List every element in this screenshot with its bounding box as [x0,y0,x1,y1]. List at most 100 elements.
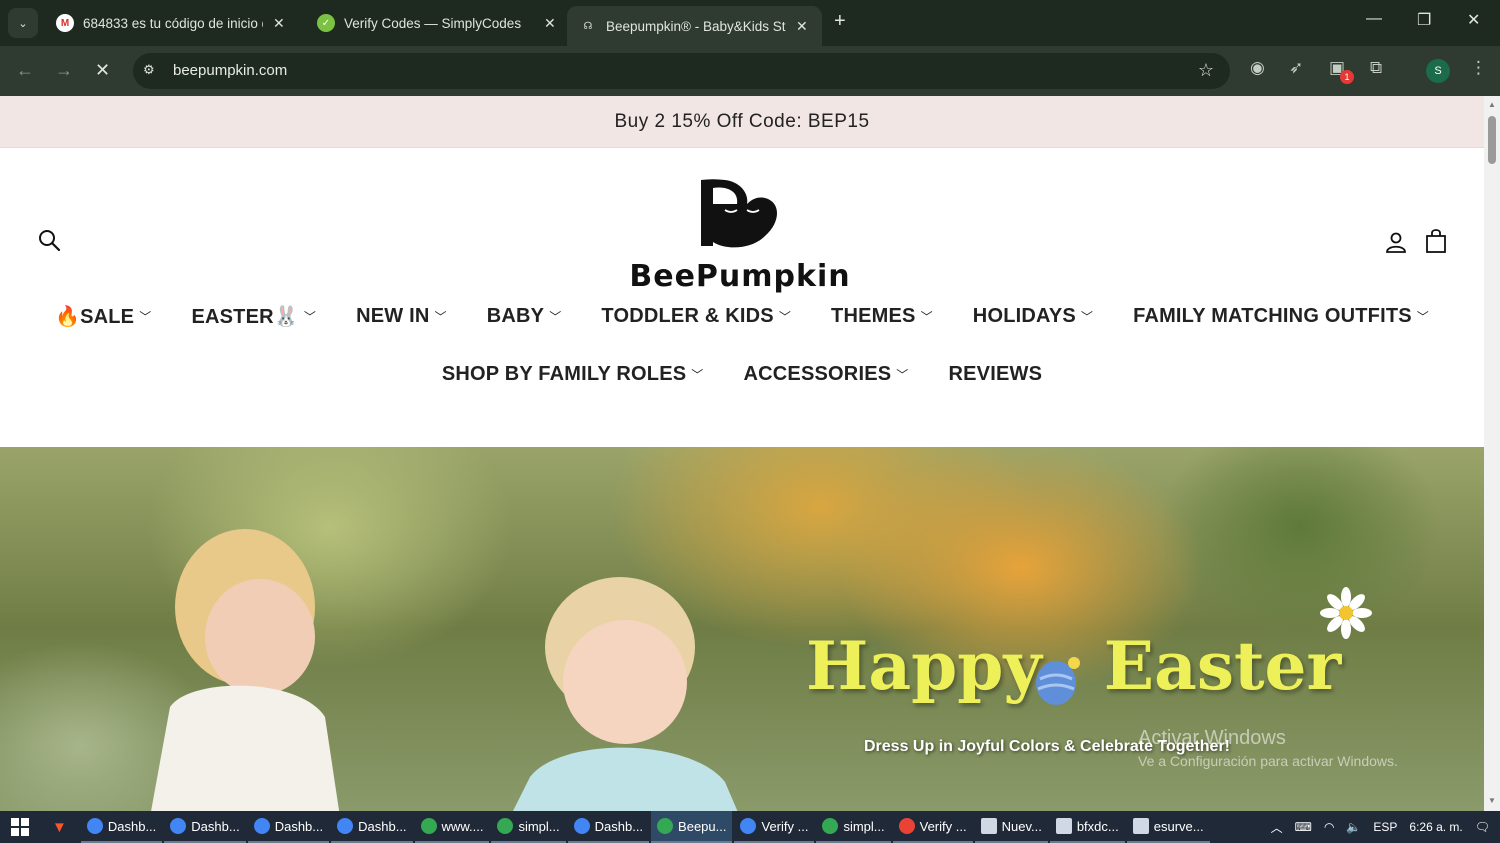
nav-item-accessories[interactable]: ACCESSORIES ﹀ [744,363,909,386]
taskbar-item[interactable]: Dashb... [247,811,330,843]
clock[interactable]: 6:26 a. m. [1409,820,1462,834]
taskbar-item[interactable]: Verify ... [734,811,815,843]
wifi-icon[interactable]: ◠ [1324,820,1334,834]
nav-item-themes[interactable]: THEMES ﹀ [831,304,933,329]
forward-button[interactable]: → [55,60,73,81]
nav-item-reviews[interactable]: REVIEWS [949,363,1043,386]
taskbar-item[interactable]: bfxdc... [1049,811,1125,843]
taskbar-item[interactable]: Dashb... [331,811,413,843]
windows-watermark-title: Activar Windows [1138,727,1286,749]
close-icon[interactable]: ✕ [544,15,556,32]
menu-kebab-icon[interactable]: ⋮ [1470,58,1487,78]
bookmark-star-icon[interactable]: ☆ [1198,60,1214,81]
shopping-bag-icon[interactable] [1424,228,1448,254]
minimize-icon[interactable]: — [1366,10,1382,28]
taskbar-item[interactable]: Dashb... [164,811,246,843]
close-window-icon[interactable]: ✕ [1467,10,1480,30]
brand-logo[interactable]: BeePumpkin [620,176,860,294]
notifications-icon[interactable]: 🗨 [1475,820,1490,834]
extension-feather-icon[interactable]: ➶ [1289,58,1303,78]
nav-item-holidays[interactable]: HOLIDAYS ﹀ [973,304,1093,329]
chevron-up-icon[interactable]: ︿ [1271,819,1283,836]
nav-item-toddler-kids[interactable]: TODDLER & KIDS ﹀ [601,304,791,329]
language-indicator[interactable]: ESP [1373,820,1397,834]
main-navigation: 🔥SALE ﹀ EASTER🐰 ﹀ NEW IN ﹀ BABY ﹀ TODDLER & … [0,298,1484,445]
nav-label: FAMILY MATCHING OUTFITS [1133,305,1412,327]
system-tray: ︿ ⌨ ◠ 🔈 ESP 6:26 a. m. 🗨 [1271,811,1500,843]
volume-icon[interactable]: 🔈 [1346,820,1361,834]
back-button[interactable]: ← [16,60,34,81]
windows-start-button[interactable] [0,811,40,843]
nav-item-new-in[interactable]: NEW IN ﹀ [356,304,447,329]
nav-item-baby[interactable]: BABY ﹀ [487,304,562,329]
tab-title: 684833 es tu código de inicio de sesión [83,15,263,31]
chevron-down-icon: ﹀ [1080,310,1094,324]
tab-simplycodes[interactable]: ✓ Verify Codes — SimplyCodes ✕ [305,6,568,40]
windows-taskbar: ▼ Dashb... Dashb... Dashb... Dashb... ww… [0,811,1500,843]
tab-title: Verify Codes — SimplyCodes [344,15,522,31]
taskbar-item[interactable]: Dashb... [80,811,163,843]
nav-row-1: 🔥SALE ﹀ EASTER🐰 ﹀ NEW IN ﹀ BABY ﹀ TODDLER & … [0,304,1484,329]
chevron-down-icon: ﹀ [303,310,317,324]
hero-banner[interactable]: Happy Easter Dress Up in Joyful Colors & … [0,447,1484,811]
taskbar-item[interactable]: Dashb... [567,811,650,843]
notepad-icon [1055,818,1072,834]
hero-title-right: Easter [1103,627,1342,705]
announcement-bar[interactable]: Buy 2 15% Off Code: BEP15 [0,96,1484,148]
taskbar-item[interactable]: Nuev... [974,811,1048,843]
chrome-icon [573,818,590,834]
scroll-down-arrow-icon[interactable]: ▼ [1488,796,1496,805]
taskbar-label: Dashb... [358,818,407,834]
scroll-thumb[interactable] [1488,116,1496,164]
nav-item-sale[interactable]: 🔥SALE ﹀ [55,304,151,329]
account-icon[interactable] [1384,230,1408,254]
taskbar-label: bfxdc... [1076,818,1119,834]
taskbar-item[interactable]: esurve... [1126,811,1210,843]
taskbar-label: simpl... [843,818,885,834]
site-info-icon[interactable]: ⚙ [143,62,161,80]
tab-gmail[interactable]: M 684833 es tu código de inicio de sesió… [44,6,297,40]
browser-toolbar: ← → ✕ ⚙ beepumpkin.com ☆ ◉ ➶ ▣ 1 ⧉ S ⋮ [0,46,1500,96]
chevron-down-icon: ﹀ [139,310,152,324]
taskbar-item-active[interactable]: Beepu... [651,811,733,843]
new-tab-button[interactable]: + [834,10,846,33]
windows-watermark-text: Ve a Configuración para activar Windows. [1138,753,1398,769]
chrome-icon [822,818,839,834]
nav-item-family-roles[interactable]: SHOP BY FAMILY ROLES ﹀ [442,363,704,386]
extensions-puzzle-icon[interactable]: ⧉ [1370,58,1382,78]
page-scrollbar[interactable]: ▲ ▼ [1484,96,1500,811]
brand-name: BeePumpkin [629,259,851,294]
taskbar-label: Verify ... [919,818,967,834]
stop-loading-button[interactable]: ✕ [95,60,110,81]
nav-item-family-matching[interactable]: FAMILY MATCHING OUTFITS ﹀ [1133,304,1429,329]
address-bar[interactable]: ⚙ beepumpkin.com ☆ [133,53,1230,89]
nav-item-easter[interactable]: EASTER🐰 ﹀ [191,304,316,329]
notepad-icon [1132,818,1149,834]
taskbar-item[interactable]: simpl... [491,811,566,843]
daisy-flower-icon [1320,587,1372,639]
url-text[interactable]: beepumpkin.com [173,62,287,79]
extension-robot-icon[interactable]: ◉ [1250,58,1265,78]
input-method-icon[interactable]: ⌨ [1295,820,1312,834]
taskbar-label: Dashb... [191,818,240,834]
nav-row-2: SHOP BY FAMILY ROLES ﹀ ACCESSORIES ﹀ REVIE… [0,363,1484,386]
scroll-up-arrow-icon[interactable]: ▲ [1488,100,1496,109]
nav-label: THEMES [831,305,916,327]
nav-label: NEW IN [356,305,430,327]
close-icon[interactable]: ✕ [273,15,285,32]
tab-search-button[interactable]: ⌄ [8,8,38,38]
nav-label: TODDLER & KIDS [601,305,774,327]
tab-beepumpkin[interactable]: ☊ Beepumpkin® - Baby&Kids Store ✕ [567,6,822,46]
taskbar-item[interactable]: simpl... [816,811,891,843]
brave-browser-icon[interactable]: ▼ [40,811,79,843]
taskbar-item[interactable]: Verify ... [892,811,973,843]
taskbar-label: Dashb... [594,818,644,834]
taskbar-label: simpl... [518,818,560,834]
close-icon[interactable]: ✕ [796,18,808,35]
profile-avatar[interactable]: S [1426,59,1450,83]
taskbar-item[interactable]: www.... [414,811,490,843]
restore-icon[interactable]: ❐ [1417,10,1431,30]
taskbar-label: Verify ... [761,818,809,834]
chrome-icon [898,818,915,834]
search-icon[interactable] [37,228,61,252]
